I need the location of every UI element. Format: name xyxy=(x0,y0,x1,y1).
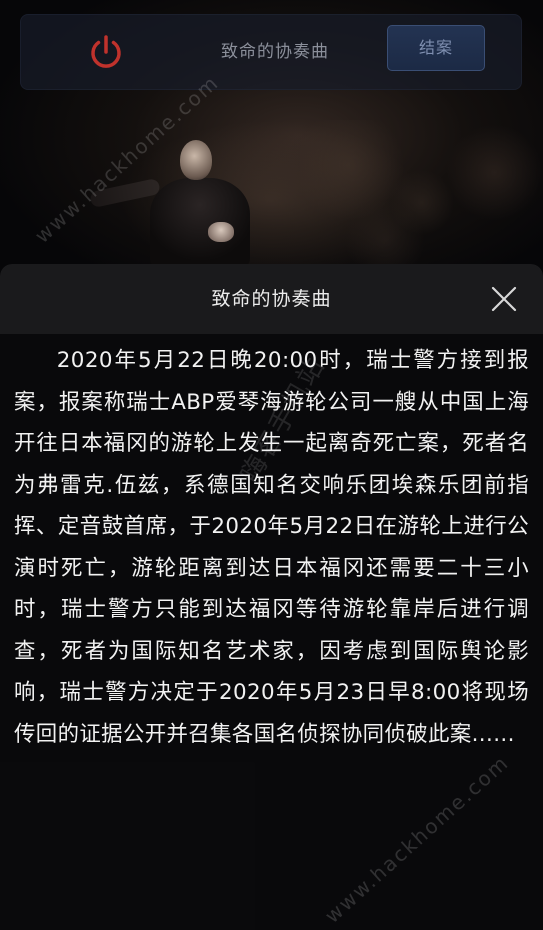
game-screen: 致命的协奏曲 结案 致命的协奏曲 2020年5月22日晚20:00时，瑞士警方接… xyxy=(0,0,543,930)
power-icon[interactable] xyxy=(86,32,126,72)
case-description: 2020年5月22日晚20:00时，瑞士警方接到报案，报案称瑞士ABP爱琴海游轮… xyxy=(14,348,529,747)
close-case-button[interactable]: 结案 xyxy=(387,25,485,71)
orchestra-silhouettes xyxy=(300,120,543,270)
conductor-figure xyxy=(89,130,290,270)
dialog-header: 致命的协奏曲 xyxy=(0,264,543,334)
case-intro-dialog: 致命的协奏曲 2020年5月22日晚20:00时，瑞士警方接到报案，报案称瑞士A… xyxy=(0,264,543,930)
dialog-title: 致命的协奏曲 xyxy=(211,288,332,310)
dialog-body: 2020年5月22日晚20:00时，瑞士警方接到报案，报案称瑞士ABP爱琴海游轮… xyxy=(0,334,543,755)
close-icon[interactable] xyxy=(491,286,517,312)
case-topbar: 致命的协奏曲 结案 xyxy=(20,14,522,90)
case-title: 致命的协奏曲 xyxy=(221,42,329,62)
